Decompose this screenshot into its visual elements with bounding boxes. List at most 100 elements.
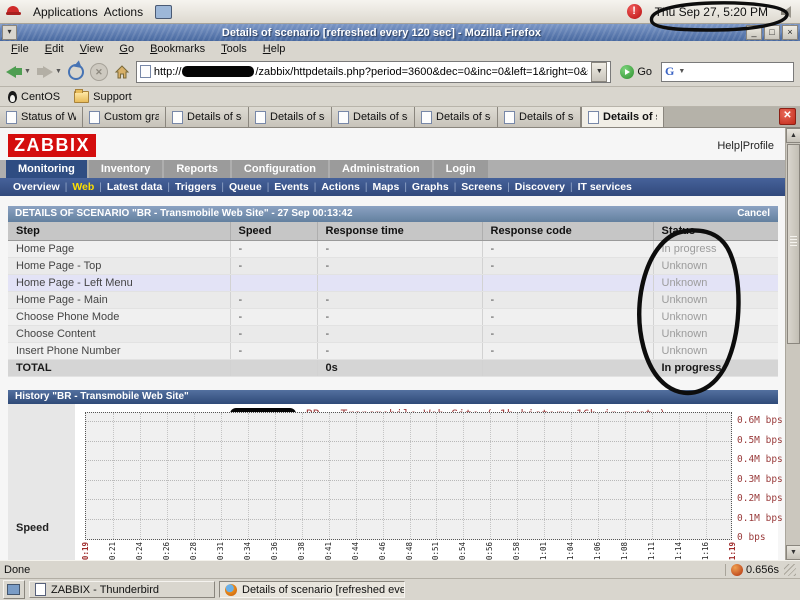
main-nav-configuration[interactable]: Configuration	[231, 160, 329, 178]
main-nav-inventory[interactable]: Inventory	[88, 160, 163, 178]
menu-view[interactable]: View	[73, 43, 111, 55]
sub-nav-it-services[interactable]: IT services	[573, 181, 637, 193]
x-axis-label: 00:19	[81, 542, 90, 560]
back-button[interactable]: ▼	[6, 65, 31, 78]
scrollbar-thumb[interactable]	[787, 144, 800, 344]
search-bar[interactable]: G ▼	[661, 61, 794, 82]
tab-1[interactable]: Status of Web...	[0, 107, 83, 127]
reload-button[interactable]	[67, 63, 84, 80]
menu-go[interactable]: Go	[112, 43, 141, 55]
minimize-button[interactable]: _	[746, 25, 762, 40]
cell-step: Choose Phone Mode	[8, 308, 231, 326]
go-icon	[620, 64, 635, 79]
x-axis-label: 01:19	[728, 542, 737, 560]
menu-tools[interactable]: Tools	[214, 43, 254, 55]
gnome-taskbar: ZABBIX - Thunderbird Details of scenario …	[0, 578, 800, 600]
bookmark-support[interactable]: Support	[74, 88, 132, 103]
sub-nav-actions[interactable]: Actions	[316, 181, 365, 193]
show-desktop-button[interactable]	[3, 580, 25, 599]
task-button-2[interactable]: Details of scenario [refreshed eve	[219, 581, 405, 598]
cancel-link[interactable]: Cancel	[737, 206, 770, 222]
table-row: Home Page - Main - - - Unknown	[8, 291, 778, 309]
history-header: History "BR - Transmobile Web Site"	[8, 390, 778, 404]
scenario-title: DETAILS OF SCENARIO "BR - Transmobile We…	[15, 208, 353, 219]
vertical-scrollbar[interactable]: ▲ ▼	[785, 128, 800, 560]
close-button[interactable]: ×	[782, 25, 798, 40]
sub-nav-graphs[interactable]: Graphs	[407, 181, 454, 193]
grid-line-v	[490, 413, 492, 539]
forward-button[interactable]: ▼	[36, 65, 62, 78]
url-dropdown-button[interactable]: ▼	[591, 61, 608, 82]
y-axis-label: 0.1M bps	[737, 512, 783, 524]
search-input[interactable]	[687, 64, 790, 79]
stop-button[interactable]: ✕	[89, 62, 108, 81]
x-axis-label: 00:58	[512, 542, 522, 560]
task-button-1[interactable]: ZABBIX - Thunderbird	[29, 581, 215, 598]
grid-line-v	[679, 413, 681, 539]
tab-8[interactable]: Details of sc...	[581, 107, 664, 127]
panel-menu-applications[interactable]: Applications	[30, 5, 101, 19]
zabbix-main-nav: Monitoring Inventory Reports Configuration A…	[0, 160, 785, 178]
tab-close-button[interactable]: ✕	[779, 108, 796, 125]
sub-nav-triggers[interactable]: Triggers	[170, 181, 221, 193]
sub-nav-web[interactable]: Web	[67, 181, 99, 193]
bookmark-centos[interactable]: CentOS	[8, 90, 60, 103]
tab-7[interactable]: Details of sce...	[498, 107, 581, 127]
tab-3[interactable]: Details of sce...	[166, 107, 249, 127]
x-axis-label: 00:28	[188, 542, 198, 560]
sub-nav-maps[interactable]: Maps	[367, 181, 404, 193]
scroll-down-arrow[interactable]: ▼	[786, 545, 800, 560]
table-row: Choose Phone Mode - - - Unknown	[8, 308, 778, 326]
cell-response_code	[482, 359, 654, 377]
sub-nav-events[interactable]: Events	[269, 181, 313, 193]
x-axis-label: 00:51	[431, 542, 441, 560]
sub-nav-latest-data[interactable]: Latest data	[102, 181, 167, 193]
tab-4[interactable]: Details of sce...	[249, 107, 332, 127]
main-nav-login[interactable]: Login	[433, 160, 488, 178]
home-button[interactable]	[114, 64, 130, 80]
tab-6[interactable]: Details of sce...	[415, 107, 498, 127]
main-nav-reports[interactable]: Reports	[164, 160, 230, 178]
menu-file[interactable]: File	[4, 43, 36, 55]
volume-icon[interactable]	[781, 5, 794, 18]
cell-step: TOTAL	[8, 359, 231, 377]
zabbix-logo[interactable]: ZABBIX	[8, 134, 96, 157]
menu-bookmarks[interactable]: Bookmarks	[143, 43, 212, 55]
menu-help[interactable]: Help	[256, 43, 293, 55]
cell-step: Home Page	[8, 240, 231, 258]
grid-line-v	[544, 413, 546, 539]
update-alert-icon[interactable]: !	[626, 4, 642, 19]
cell-speed: -	[230, 308, 318, 326]
menu-edit[interactable]: Edit	[38, 43, 71, 55]
x-axis-label: 01:14	[674, 542, 684, 560]
sub-nav-queue[interactable]: Queue	[224, 181, 267, 193]
url-bar[interactable]: http:// /zabbix/httpdetails.php?period=3…	[135, 60, 612, 83]
sub-nav-screens[interactable]: Screens	[456, 181, 507, 193]
tab-5[interactable]: Details of sce...	[332, 107, 415, 127]
sub-nav-discovery[interactable]: Discovery	[510, 181, 570, 193]
window-menu-button[interactable]: ▾	[2, 25, 17, 40]
screenshot-applet-icon[interactable]	[155, 4, 173, 19]
sub-nav-overview[interactable]: Overview	[8, 181, 65, 193]
column-header-step: Step	[8, 222, 231, 241]
grid-line-v	[274, 413, 276, 539]
window-titlebar[interactable]: ▾ Details of scenario [refreshed every 1…	[0, 24, 800, 41]
resize-grip[interactable]	[784, 563, 796, 576]
window-title: Details of scenario [refreshed every 120…	[221, 26, 542, 39]
redhat-menu-icon[interactable]	[6, 5, 21, 18]
cell-response_time: 0s	[317, 359, 483, 377]
go-button[interactable]: Go	[617, 64, 655, 79]
scroll-up-arrow[interactable]: ▲	[786, 128, 800, 143]
search-engine-dropdown[interactable]: ▼	[678, 68, 685, 75]
table-row: Insert Phone Number - - - Unknown	[8, 342, 778, 360]
panel-menu-actions[interactable]: Actions	[101, 5, 146, 19]
task-button-label: Details of scenario [refreshed eve	[242, 583, 405, 596]
url-text[interactable]: http:// /zabbix/httpdetails.php?period=3…	[154, 66, 588, 78]
main-nav-monitoring[interactable]: Monitoring	[6, 160, 87, 178]
tab-label: Status of Web...	[21, 111, 76, 123]
maximize-button[interactable]: □	[764, 25, 780, 40]
main-nav-administration[interactable]: Administration	[330, 160, 432, 178]
panel-clock[interactable]: Thu Sep 27, 5:20 PM	[651, 5, 772, 19]
tab-2[interactable]: Custom graphs	[83, 107, 166, 127]
help-profile-links[interactable]: Help|Profile	[717, 140, 774, 152]
